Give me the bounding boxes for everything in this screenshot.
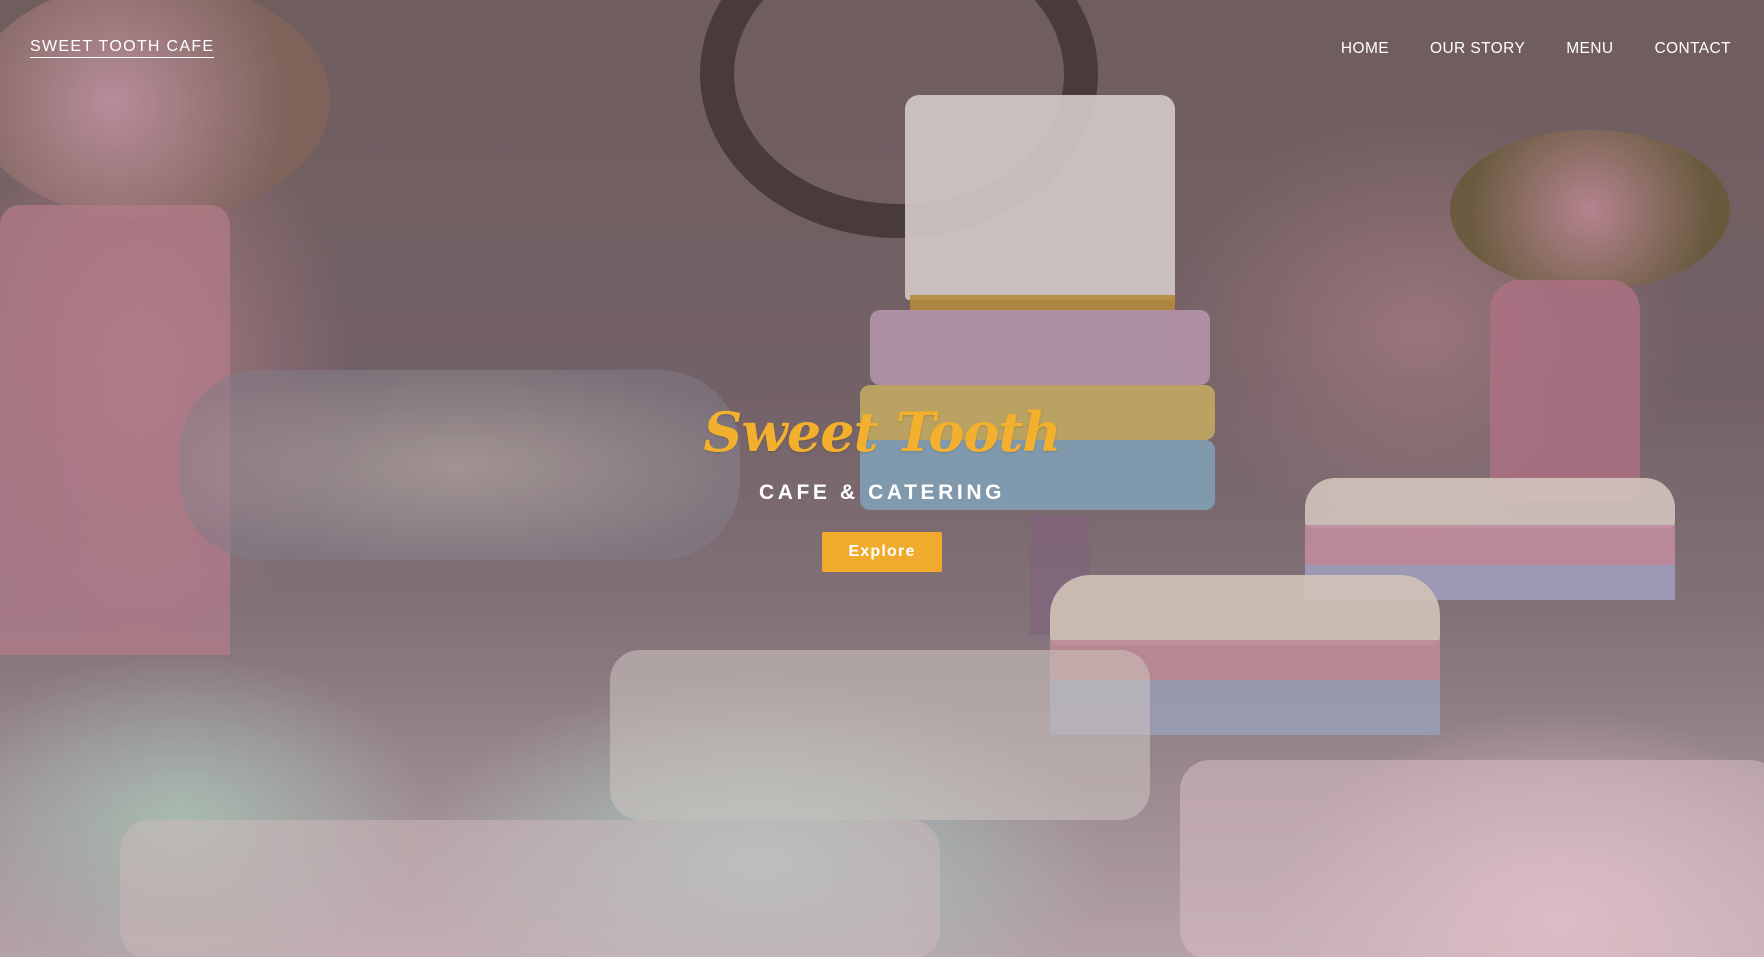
hero-subtitle: CAFE & CATERING [758, 481, 1006, 504]
explore-button[interactable]: Explore [822, 532, 942, 572]
nav-link-menu[interactable]: MENU [1566, 40, 1613, 58]
hero-content: Sweet Tooth CAFE & CATERING Explore [0, 405, 1764, 572]
navbar: SWEET TOOTH CAFE HOME OUR STORY MENU CON… [0, 0, 1764, 100]
nav-link-home[interactable]: HOME [1341, 40, 1389, 58]
nav-links: HOME OUR STORY MENU CONTACT [1341, 40, 1731, 58]
brand-link[interactable]: SWEET TOOTH CAFE [30, 38, 215, 58]
nav-link-our-story[interactable]: OUR STORY [1430, 40, 1525, 58]
nav-link-contact[interactable]: CONTACT [1654, 40, 1731, 58]
hero-title: Sweet Tooth [703, 400, 1061, 464]
